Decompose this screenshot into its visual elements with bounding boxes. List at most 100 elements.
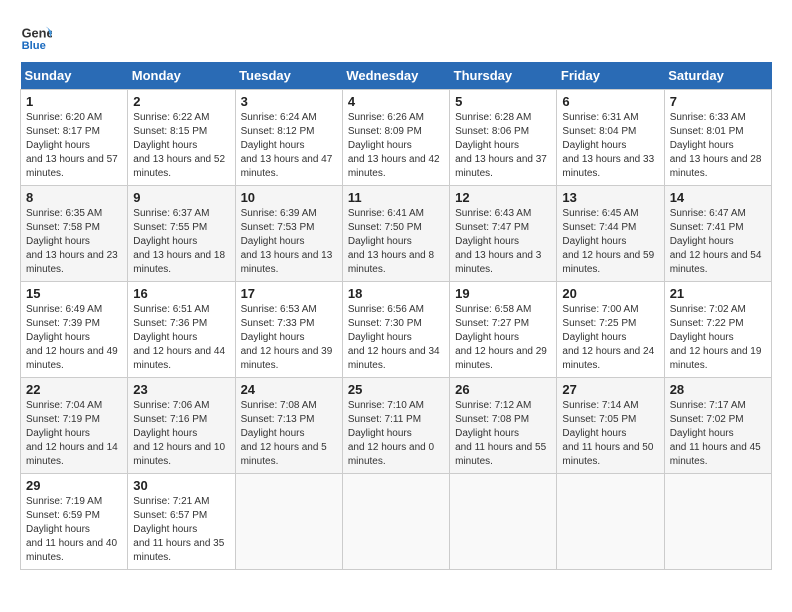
day-cell-17: 17 Sunrise: 6:53 AM Sunset: 7:33 PM Dayl… — [235, 282, 342, 378]
day-detail: Sunrise: 7:19 AM Sunset: 6:59 PM Dayligh… — [26, 495, 122, 565]
weekday-header-thursday: Thursday — [450, 62, 557, 90]
day-number: 3 — [241, 94, 337, 109]
day-detail: Sunrise: 6:45 AM Sunset: 7:44 PM Dayligh… — [562, 207, 658, 277]
day-cell-18: 18 Sunrise: 6:56 AM Sunset: 7:30 PM Dayl… — [342, 282, 449, 378]
day-detail: Sunrise: 6:24 AM Sunset: 8:12 PM Dayligh… — [241, 111, 337, 181]
day-number: 13 — [562, 190, 658, 205]
calendar-table: SundayMondayTuesdayWednesdayThursdayFrid… — [20, 62, 772, 570]
day-cell-11: 11 Sunrise: 6:41 AM Sunset: 7:50 PM Dayl… — [342, 186, 449, 282]
page-header: General Blue — [20, 20, 772, 52]
day-cell-4: 4 Sunrise: 6:26 AM Sunset: 8:09 PM Dayli… — [342, 90, 449, 186]
day-number: 24 — [241, 382, 337, 397]
day-detail: Sunrise: 7:08 AM Sunset: 7:13 PM Dayligh… — [241, 399, 337, 469]
weekday-header-monday: Monday — [128, 62, 235, 90]
day-number: 26 — [455, 382, 551, 397]
weekday-header-tuesday: Tuesday — [235, 62, 342, 90]
day-number: 2 — [133, 94, 229, 109]
day-detail: Sunrise: 7:14 AM Sunset: 7:05 PM Dayligh… — [562, 399, 658, 469]
day-number: 11 — [348, 190, 444, 205]
day-number: 17 — [241, 286, 337, 301]
day-detail: Sunrise: 6:58 AM Sunset: 7:27 PM Dayligh… — [455, 303, 551, 373]
day-detail: Sunrise: 7:17 AM Sunset: 7:02 PM Dayligh… — [670, 399, 766, 469]
day-number: 9 — [133, 190, 229, 205]
week-row-1: 1 Sunrise: 6:20 AM Sunset: 8:17 PM Dayli… — [21, 90, 772, 186]
day-detail: Sunrise: 7:04 AM Sunset: 7:19 PM Dayligh… — [26, 399, 122, 469]
day-detail: Sunrise: 6:20 AM Sunset: 8:17 PM Dayligh… — [26, 111, 122, 181]
empty-cell — [664, 474, 771, 570]
weekday-header-row: SundayMondayTuesdayWednesdayThursdayFrid… — [21, 62, 772, 90]
day-detail: Sunrise: 6:31 AM Sunset: 8:04 PM Dayligh… — [562, 111, 658, 181]
day-detail: Sunrise: 6:28 AM Sunset: 8:06 PM Dayligh… — [455, 111, 551, 181]
day-detail: Sunrise: 6:49 AM Sunset: 7:39 PM Dayligh… — [26, 303, 122, 373]
day-number: 15 — [26, 286, 122, 301]
day-cell-28: 28 Sunrise: 7:17 AM Sunset: 7:02 PM Dayl… — [664, 378, 771, 474]
day-cell-14: 14 Sunrise: 6:47 AM Sunset: 7:41 PM Dayl… — [664, 186, 771, 282]
day-number: 16 — [133, 286, 229, 301]
day-cell-16: 16 Sunrise: 6:51 AM Sunset: 7:36 PM Dayl… — [128, 282, 235, 378]
day-cell-6: 6 Sunrise: 6:31 AM Sunset: 8:04 PM Dayli… — [557, 90, 664, 186]
day-cell-12: 12 Sunrise: 6:43 AM Sunset: 7:47 PM Dayl… — [450, 186, 557, 282]
empty-cell — [557, 474, 664, 570]
day-cell-26: 26 Sunrise: 7:12 AM Sunset: 7:08 PM Dayl… — [450, 378, 557, 474]
day-detail: Sunrise: 6:43 AM Sunset: 7:47 PM Dayligh… — [455, 207, 551, 277]
day-detail: Sunrise: 6:26 AM Sunset: 8:09 PM Dayligh… — [348, 111, 444, 181]
day-number: 5 — [455, 94, 551, 109]
day-number: 18 — [348, 286, 444, 301]
day-cell-3: 3 Sunrise: 6:24 AM Sunset: 8:12 PM Dayli… — [235, 90, 342, 186]
day-cell-9: 9 Sunrise: 6:37 AM Sunset: 7:55 PM Dayli… — [128, 186, 235, 282]
week-row-5: 29 Sunrise: 7:19 AM Sunset: 6:59 PM Dayl… — [21, 474, 772, 570]
day-number: 29 — [26, 478, 122, 493]
day-cell-19: 19 Sunrise: 6:58 AM Sunset: 7:27 PM Dayl… — [450, 282, 557, 378]
day-detail: Sunrise: 6:51 AM Sunset: 7:36 PM Dayligh… — [133, 303, 229, 373]
day-number: 28 — [670, 382, 766, 397]
day-detail: Sunrise: 7:00 AM Sunset: 7:25 PM Dayligh… — [562, 303, 658, 373]
weekday-header-sunday: Sunday — [21, 62, 128, 90]
day-cell-2: 2 Sunrise: 6:22 AM Sunset: 8:15 PM Dayli… — [128, 90, 235, 186]
day-cell-20: 20 Sunrise: 7:00 AM Sunset: 7:25 PM Dayl… — [557, 282, 664, 378]
day-number: 1 — [26, 94, 122, 109]
day-cell-1: 1 Sunrise: 6:20 AM Sunset: 8:17 PM Dayli… — [21, 90, 128, 186]
day-cell-30: 30 Sunrise: 7:21 AM Sunset: 6:57 PM Dayl… — [128, 474, 235, 570]
empty-cell — [342, 474, 449, 570]
day-number: 6 — [562, 94, 658, 109]
day-detail: Sunrise: 6:39 AM Sunset: 7:53 PM Dayligh… — [241, 207, 337, 277]
day-cell-5: 5 Sunrise: 6:28 AM Sunset: 8:06 PM Dayli… — [450, 90, 557, 186]
day-number: 7 — [670, 94, 766, 109]
svg-text:Blue: Blue — [22, 40, 46, 52]
day-detail: Sunrise: 7:02 AM Sunset: 7:22 PM Dayligh… — [670, 303, 766, 373]
empty-cell — [450, 474, 557, 570]
day-number: 10 — [241, 190, 337, 205]
day-cell-29: 29 Sunrise: 7:19 AM Sunset: 6:59 PM Dayl… — [21, 474, 128, 570]
day-number: 23 — [133, 382, 229, 397]
weekday-header-saturday: Saturday — [664, 62, 771, 90]
day-detail: Sunrise: 6:41 AM Sunset: 7:50 PM Dayligh… — [348, 207, 444, 277]
day-number: 12 — [455, 190, 551, 205]
day-detail: Sunrise: 6:47 AM Sunset: 7:41 PM Dayligh… — [670, 207, 766, 277]
day-cell-15: 15 Sunrise: 6:49 AM Sunset: 7:39 PM Dayl… — [21, 282, 128, 378]
day-detail: Sunrise: 6:35 AM Sunset: 7:58 PM Dayligh… — [26, 207, 122, 277]
day-detail: Sunrise: 7:12 AM Sunset: 7:08 PM Dayligh… — [455, 399, 551, 469]
day-number: 4 — [348, 94, 444, 109]
day-cell-7: 7 Sunrise: 6:33 AM Sunset: 8:01 PM Dayli… — [664, 90, 771, 186]
day-cell-23: 23 Sunrise: 7:06 AM Sunset: 7:16 PM Dayl… — [128, 378, 235, 474]
weekday-header-friday: Friday — [557, 62, 664, 90]
day-detail: Sunrise: 6:56 AM Sunset: 7:30 PM Dayligh… — [348, 303, 444, 373]
day-cell-8: 8 Sunrise: 6:35 AM Sunset: 7:58 PM Dayli… — [21, 186, 128, 282]
day-cell-27: 27 Sunrise: 7:14 AM Sunset: 7:05 PM Dayl… — [557, 378, 664, 474]
day-number: 25 — [348, 382, 444, 397]
day-number: 27 — [562, 382, 658, 397]
day-detail: Sunrise: 6:22 AM Sunset: 8:15 PM Dayligh… — [133, 111, 229, 181]
day-number: 8 — [26, 190, 122, 205]
day-cell-24: 24 Sunrise: 7:08 AM Sunset: 7:13 PM Dayl… — [235, 378, 342, 474]
day-cell-25: 25 Sunrise: 7:10 AM Sunset: 7:11 PM Dayl… — [342, 378, 449, 474]
day-detail: Sunrise: 6:53 AM Sunset: 7:33 PM Dayligh… — [241, 303, 337, 373]
day-cell-22: 22 Sunrise: 7:04 AM Sunset: 7:19 PM Dayl… — [21, 378, 128, 474]
day-number: 20 — [562, 286, 658, 301]
day-cell-10: 10 Sunrise: 6:39 AM Sunset: 7:53 PM Dayl… — [235, 186, 342, 282]
day-detail: Sunrise: 7:21 AM Sunset: 6:57 PM Dayligh… — [133, 495, 229, 565]
day-number: 30 — [133, 478, 229, 493]
weekday-header-wednesday: Wednesday — [342, 62, 449, 90]
day-number: 14 — [670, 190, 766, 205]
day-cell-21: 21 Sunrise: 7:02 AM Sunset: 7:22 PM Dayl… — [664, 282, 771, 378]
day-number: 19 — [455, 286, 551, 301]
